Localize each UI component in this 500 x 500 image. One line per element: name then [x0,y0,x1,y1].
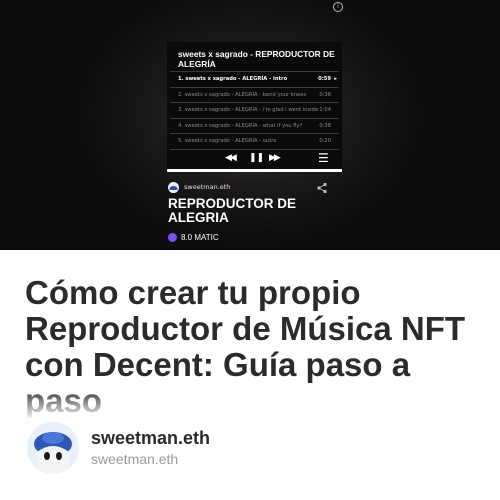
author-avatar[interactable] [27,422,79,474]
track-row-1[interactable]: 1. sweets x sagrado - ALEGRÍA - intro 0:… [170,71,339,87]
player-title: sweets x sagrado - REPRODUCTOR DE ALEGRÍ… [178,49,335,69]
track-row-3[interactable]: 3. sweets x sagrado - ALEGRÍA - i'm glad… [170,102,339,118]
nft-hero-image[interactable]: i sweets x sagrado - REPRODUCTOR DE ALEG… [0,0,500,250]
track-name: 3. sweets x sagrado - ALEGRÍA - i'm glad… [178,107,319,114]
matic-icon [168,233,177,242]
playing-dot-icon: ▸ [334,76,337,82]
creator-name[interactable]: sweetman.eth [184,182,230,193]
track-row-4[interactable]: 4. sweets x sagrado - ALEGRÍA - what if … [170,117,339,134]
track-list: 1. sweets x sagrado - ALEGRÍA - intro 0:… [170,71,339,150]
progress-bar[interactable] [167,169,342,172]
price-text: 8.0 MATIC [181,233,219,242]
playlist-icon[interactable]: ☰ [318,147,329,169]
track-duration: 0:36 [319,91,331,98]
track-duration: 0:38 [319,122,331,129]
track-row-2[interactable]: 2. sweets x sagrado - ALEGRÍA - bend you… [170,86,339,103]
track-duration: 0:59 [318,76,331,82]
player-controls: ◀◀ ❚❚ ▶▶ ☰ [167,147,342,169]
forward-icon[interactable]: ▶▶ [269,147,281,169]
track-name: 1. sweets x sagrado - ALEGRÍA - intro [178,76,288,82]
title-fade-overlay [0,388,500,420]
rewind-icon[interactable]: ◀◀ [225,147,237,169]
share-icon[interactable] [316,182,328,194]
music-player-card: sweets x sagrado - REPRODUCTOR DE ALEGRÍ… [167,42,342,172]
track-duration: 1:04 [319,107,331,114]
track-name: 4. sweets x sagrado - ALEGRÍA - what if … [178,122,303,129]
track-name: 2. sweets x sagrado - ALEGRÍA - bend you… [178,91,307,98]
author-handle[interactable]: sweetman.eth [91,451,178,467]
author-name[interactable]: sweetman.eth [91,428,210,449]
creator-avatar[interactable] [168,182,179,193]
nft-title: REPRODUCTOR DE ALEGRIA [168,196,297,225]
info-icon[interactable]: i [333,2,343,12]
pause-icon[interactable]: ❚❚ [249,147,264,169]
creator-row: sweetman.eth [168,182,328,194]
